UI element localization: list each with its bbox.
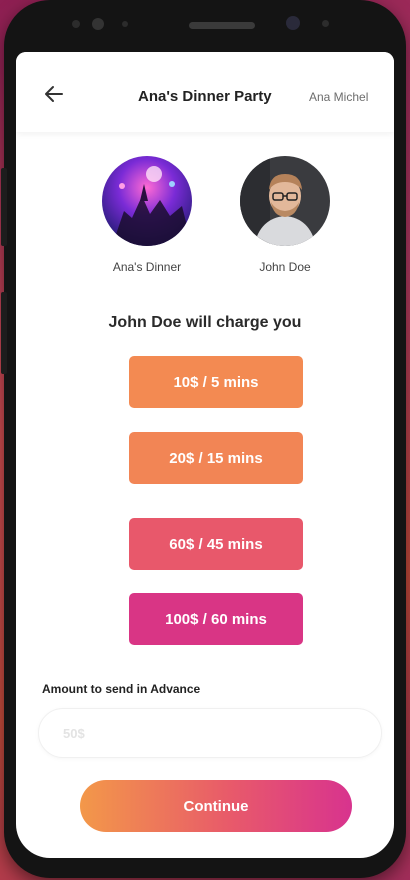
- john-doe-avatar[interactable]: [240, 156, 330, 246]
- continue-label: Continue: [183, 797, 249, 815]
- user-name: Ana Michel: [309, 90, 369, 104]
- rate-label: 100$ / 60 mins: [165, 610, 267, 628]
- sensor-dot: [122, 21, 128, 27]
- rate-option-button[interactable]: 20$ / 15 mins: [129, 432, 303, 484]
- sensor-dot: [72, 20, 80, 28]
- rate-label: 20$ / 15 mins: [169, 449, 263, 467]
- phone-frame: Ana's Dinner Party Ana Michel Ana's Dinn…: [1, 0, 406, 878]
- power-button: [1, 292, 7, 374]
- app-screen: Ana's Dinner Party Ana Michel Ana's Dinn…: [16, 52, 394, 858]
- earpiece-speaker: [189, 22, 255, 29]
- rate-label: 60$ / 45 mins: [169, 535, 263, 553]
- front-camera: [286, 16, 300, 30]
- participant-label: John Doe: [259, 260, 311, 274]
- party-crowd-photo: [102, 156, 192, 246]
- page-title: Ana's Dinner Party: [138, 88, 272, 105]
- advance-amount-label: Amount to send in Advance: [42, 682, 201, 696]
- advance-amount-input[interactable]: [38, 708, 382, 758]
- continue-button[interactable]: Continue: [80, 780, 352, 832]
- rate-option-button[interactable]: 10$ / 5 mins: [129, 356, 303, 408]
- rate-option-button[interactable]: 100$ / 60 mins: [129, 593, 303, 645]
- back-button[interactable]: [42, 82, 66, 106]
- arrow-left-icon: [45, 86, 63, 102]
- volume-button: [1, 168, 7, 246]
- rate-option-button[interactable]: 60$ / 45 mins: [129, 518, 303, 570]
- app-header: Ana's Dinner Party Ana Michel: [16, 52, 394, 132]
- sensor-dot: [92, 18, 104, 30]
- man-with-glasses-photo: [240, 156, 330, 246]
- participant-label: Ana's Dinner: [112, 260, 182, 274]
- rate-label: 10$ / 5 mins: [173, 373, 259, 391]
- sensor-dot: [322, 20, 329, 27]
- charge-heading: John Doe will charge you: [108, 314, 302, 331]
- party-avatar[interactable]: [102, 156, 192, 246]
